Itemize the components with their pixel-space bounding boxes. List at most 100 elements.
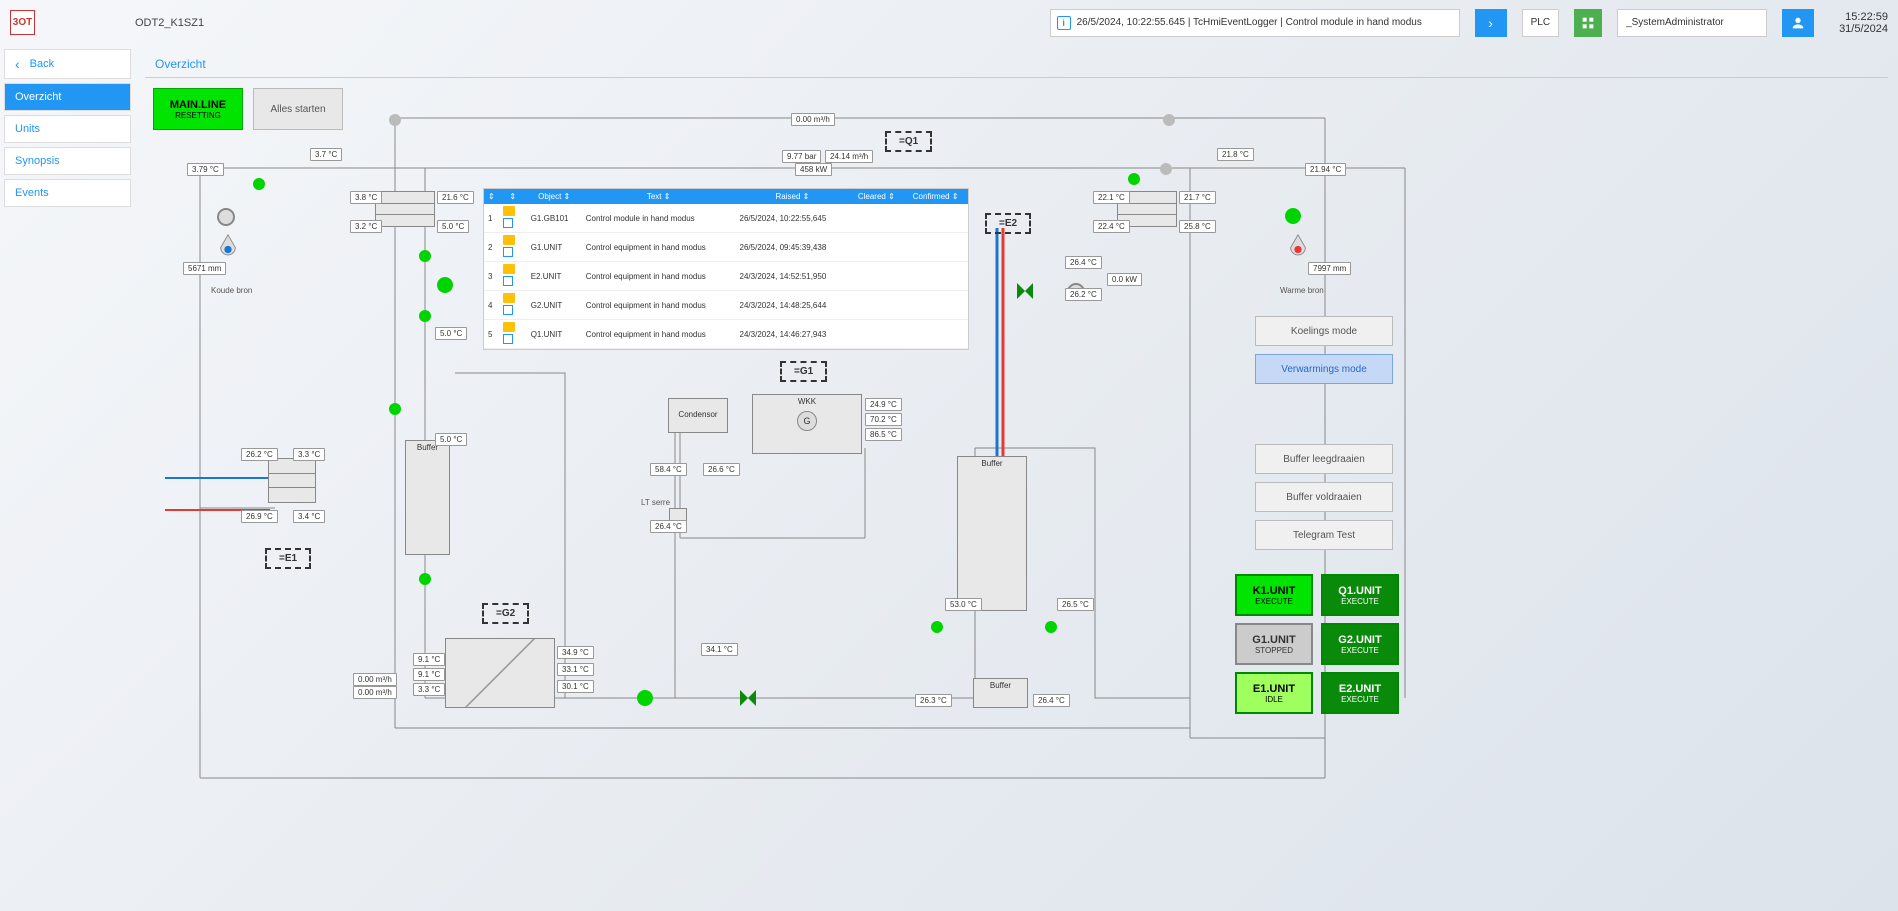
temp-tag[interactable]: 9.1 °C <box>413 668 445 681</box>
temp-tag[interactable]: 25.8 °C <box>1179 220 1216 233</box>
nav-overzicht[interactable]: Overzicht <box>4 83 131 111</box>
valve-dot[interactable] <box>253 178 265 190</box>
wkk-box[interactable]: WKKG <box>752 394 862 454</box>
valve-dot[interactable] <box>637 690 653 706</box>
temp-tag[interactable]: 26.2 °C <box>1065 288 1102 301</box>
valve-dot[interactable] <box>389 403 401 415</box>
warme-bron-icon[interactable] <box>1287 233 1309 261</box>
buffer-mid[interactable]: Buffer <box>957 456 1027 611</box>
k1-unit-button[interactable]: K1.UNITEXECUTE <box>1235 574 1313 616</box>
flow-tag[interactable]: 0.00 m³/h <box>791 113 835 126</box>
power-tag[interactable]: 0.0 kW <box>1107 273 1142 286</box>
temp-tag[interactable]: 3.2 °C <box>350 220 382 233</box>
koelings-mode-button[interactable]: Koelings mode <box>1255 316 1393 346</box>
user-icon[interactable] <box>1782 9 1814 37</box>
condensor[interactable]: Condensor <box>668 398 728 433</box>
e1-unit-button[interactable]: E1.UNITIDLE <box>1235 672 1313 714</box>
flow-tag[interactable]: 24.14 m³/h <box>825 150 873 163</box>
koude-bron-icon[interactable] <box>217 233 239 261</box>
alarm-row[interactable]: 3 E2.UNITControl equipment in hand modus… <box>484 262 968 291</box>
col-confirmed[interactable]: Confirmed ⇕ <box>903 189 968 204</box>
temp-tag[interactable]: 26.3 °C <box>915 694 952 707</box>
status-icon[interactable] <box>1574 9 1602 37</box>
unit-e2-tag[interactable]: =E2 <box>985 213 1031 234</box>
temp-tag[interactable]: 22.1 °C <box>1093 191 1130 204</box>
alarm-row[interactable]: 5 Q1.UNITControl equipment in hand modus… <box>484 320 968 349</box>
flow-tag[interactable]: 0.00 m³/h <box>353 686 397 699</box>
col-ico[interactable]: ⇕ <box>499 189 527 204</box>
valve-icon[interactable] <box>1017 283 1033 299</box>
temp-tag[interactable]: 24.9 °C <box>865 398 902 411</box>
temp-tag[interactable]: 21.6 °C <box>437 191 474 204</box>
temp-tag[interactable]: 22.4 °C <box>1093 220 1130 233</box>
temp-tag[interactable]: 21.7 °C <box>1179 191 1216 204</box>
buffer-leeg-button[interactable]: Buffer leegdraaien <box>1255 444 1393 474</box>
valve-dot[interactable] <box>419 250 431 262</box>
alarm-table[interactable]: ⇕ ⇕ Object ⇕ Text ⇕ Raised ⇕ Cleared ⇕ C… <box>483 188 969 350</box>
hx-e1[interactable] <box>268 458 316 503</box>
unit-g2-tag[interactable]: =G2 <box>482 603 529 624</box>
col-raised[interactable]: Raised ⇕ <box>736 189 850 204</box>
temp-tag[interactable]: 3.79 °C <box>187 163 224 176</box>
temp-tag[interactable]: 3.7 °C <box>310 148 342 161</box>
verwarmings-mode-button[interactable]: Verwarmings mode <box>1255 354 1393 384</box>
valve-dot[interactable] <box>1128 173 1140 185</box>
level-tag[interactable]: 7997 mm <box>1308 262 1351 275</box>
valve-dot[interactable] <box>437 277 453 293</box>
valve-dot[interactable] <box>1160 163 1172 175</box>
buffer-bottom[interactable]: Buffer <box>973 678 1028 708</box>
temp-tag[interactable]: 26.5 °C <box>1057 598 1094 611</box>
col-text[interactable]: Text ⇕ <box>582 189 736 204</box>
pressure-tag[interactable]: 9.77 bar <box>782 150 821 163</box>
valve-dot[interactable] <box>1163 114 1175 126</box>
temp-tag[interactable]: 26.4 °C <box>650 520 687 533</box>
valve-dot[interactable] <box>1285 208 1301 224</box>
power-tag[interactable]: 458 kW <box>795 163 832 176</box>
valve-dot[interactable] <box>419 310 431 322</box>
temp-tag[interactable]: 21.94 °C <box>1305 163 1346 176</box>
temp-tag[interactable]: 26.6 °C <box>703 463 740 476</box>
g2-unit-button[interactable]: G2.UNITEXECUTE <box>1321 623 1399 665</box>
temp-tag[interactable]: 3.3 °C <box>293 448 325 461</box>
temp-tag[interactable]: 5.0 °C <box>435 327 467 340</box>
valve-dot[interactable] <box>1045 621 1057 633</box>
hx-q1-left[interactable] <box>375 191 435 227</box>
valve-dot[interactable] <box>419 573 431 585</box>
temp-tag[interactable]: 3.8 °C <box>350 191 382 204</box>
back-button[interactable]: ‹Back <box>4 49 131 79</box>
temp-tag[interactable]: 26.2 °C <box>241 448 278 461</box>
buffer-left[interactable]: Buffer <box>405 440 450 555</box>
buffer-vol-button[interactable]: Buffer voldraaien <box>1255 482 1393 512</box>
user-box[interactable]: _SystemAdministrator <box>1617 9 1767 37</box>
g2-hx[interactable] <box>445 638 555 708</box>
temp-tag[interactable]: 26.4 °C <box>1065 256 1102 269</box>
temp-tag[interactable]: 34.1 °C <box>701 643 738 656</box>
nav-events[interactable]: Events <box>4 179 131 207</box>
temp-tag[interactable]: 53.0 °C <box>945 598 982 611</box>
valve-dot[interactable] <box>389 114 401 126</box>
unit-g1-tag[interactable]: =G1 <box>780 361 827 382</box>
temp-tag[interactable]: 70.2 °C <box>865 413 902 426</box>
alarm-row[interactable]: 1 G1.GB101Control module in hand modus26… <box>484 204 968 233</box>
temp-tag[interactable]: 5.0 °C <box>437 220 469 233</box>
temp-tag[interactable]: 5.0 °C <box>435 433 467 446</box>
temp-tag[interactable]: 26.4 °C <box>1033 694 1070 707</box>
temp-tag[interactable]: 86.5 °C <box>865 428 902 441</box>
nav-synopsis[interactable]: Synopsis <box>4 147 131 175</box>
e2-unit-button[interactable]: E2.UNITEXECUTE <box>1321 672 1399 714</box>
alarm-row[interactable]: 2 G1.UNITControl equipment in hand modus… <box>484 233 968 262</box>
temp-tag[interactable]: 34.9 °C <box>557 646 594 659</box>
plc-status[interactable]: PLC <box>1522 9 1559 37</box>
event-bar[interactable]: i 26/5/2024, 10:22:55.645 | TcHmiEventLo… <box>1050 9 1460 37</box>
valve-dot[interactable] <box>931 621 943 633</box>
telegram-test-button[interactable]: Telegram Test <box>1255 520 1393 550</box>
temp-tag[interactable]: 58.4 °C <box>650 463 687 476</box>
flow-tag[interactable]: 0.00 m³/h <box>353 673 397 686</box>
temp-tag[interactable]: 3.3 °C <box>413 683 445 696</box>
temp-tag[interactable]: 33.1 °C <box>557 663 594 676</box>
unit-q1-tag[interactable]: =Q1 <box>885 131 932 152</box>
nav-units[interactable]: Units <box>4 115 131 143</box>
q1-unit-button[interactable]: Q1.UNITEXECUTE <box>1321 574 1399 616</box>
g1-unit-button[interactable]: G1.UNITSTOPPED <box>1235 623 1313 665</box>
temp-tag[interactable]: 21.8 °C <box>1217 148 1254 161</box>
